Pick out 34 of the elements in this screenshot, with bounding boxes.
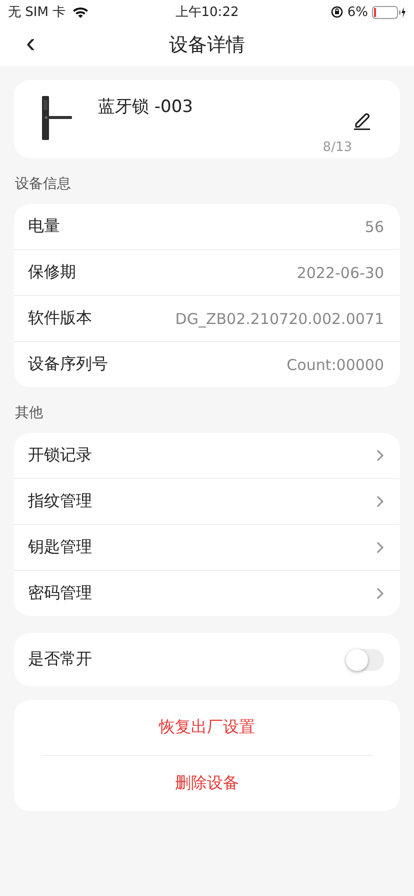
- info-label: 设备序列号: [28, 354, 108, 375]
- menu-item[interactable]: 指纹管理: [14, 478, 400, 524]
- menu-item[interactable]: 密码管理: [14, 570, 400, 616]
- menu-item[interactable]: 开锁记录: [14, 433, 400, 478]
- always-open-switch[interactable]: [346, 648, 384, 670]
- info-label: 保修期: [28, 262, 76, 283]
- battery-percent: 6%: [347, 4, 368, 20]
- action-button[interactable]: 删除设备: [42, 756, 372, 811]
- info-value: 2022-06-30: [296, 264, 384, 282]
- info-value: DG_ZB02.210720.002.0071: [175, 310, 384, 328]
- name-length-counter: 8/13: [322, 140, 352, 155]
- info-value: 56: [364, 218, 384, 236]
- info-label: 电量: [28, 216, 60, 237]
- section-heading: 设备信息: [14, 175, 72, 194]
- page-title: 设备详情: [169, 33, 245, 58]
- clock-text: 上午10:22: [174, 4, 240, 21]
- info-label: 软件版本: [28, 308, 92, 329]
- action-button[interactable]: 恢复出厂设置: [42, 700, 372, 755]
- chevron-right-icon: [376, 541, 384, 554]
- device-name: 蓝牙锁 -003: [98, 96, 193, 118]
- menu-item[interactable]: 钥匙管理: [14, 524, 400, 570]
- chevron-right-icon: [376, 495, 384, 508]
- chevron-right-icon: [376, 449, 384, 462]
- door-lock-icon: [42, 96, 72, 140]
- edit-icon[interactable]: [352, 110, 372, 130]
- battery-icon: [372, 6, 406, 18]
- carrier-text: 无 SIM 卡: [8, 4, 66, 21]
- chevron-right-icon: [376, 587, 384, 600]
- rotation-lock-icon: [331, 6, 344, 18]
- back-button[interactable]: ‹: [20, 28, 42, 58]
- switch-label: 是否常开: [28, 649, 92, 670]
- wifi-icon: [72, 6, 89, 18]
- section-heading: 其他: [14, 404, 44, 423]
- info-value: Count:00000: [286, 356, 384, 374]
